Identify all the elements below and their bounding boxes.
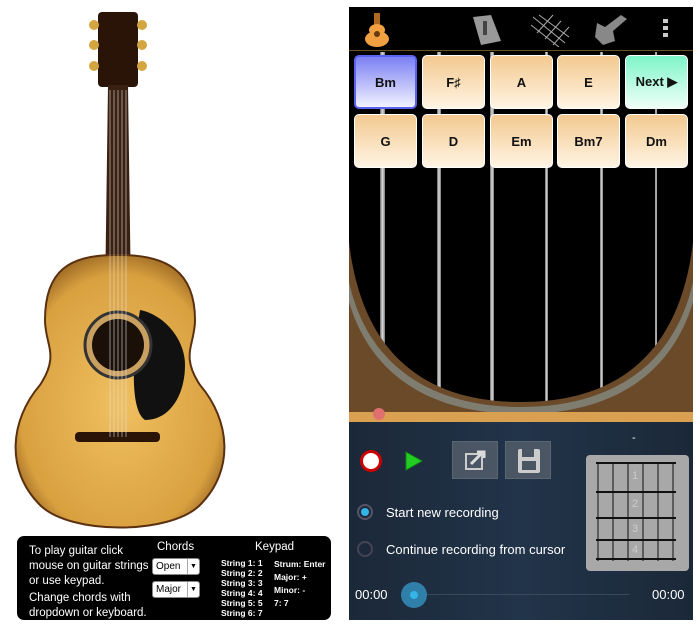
keypad-entry: String 3: 3 bbox=[221, 578, 263, 588]
keypad-entry: String 6: 7 bbox=[221, 608, 263, 618]
chord-button-bm[interactable]: Bm bbox=[354, 55, 417, 109]
play-button[interactable] bbox=[404, 450, 424, 472]
chevron-down-icon: ▼ bbox=[187, 559, 199, 574]
keypad-entry: Strum: Enter bbox=[274, 559, 326, 569]
fret-number: 4 bbox=[632, 544, 639, 556]
keypad-other: Strum: Enter Major: + Minor: - 7: 7 bbox=[274, 558, 325, 610]
fret-number: 1 bbox=[632, 470, 639, 482]
keypad-entry: String 4: 4 bbox=[221, 588, 263, 598]
electric-guitar-icon[interactable] bbox=[591, 13, 631, 47]
toolbar bbox=[349, 7, 693, 51]
chord-diagram: 1 2 3 4 bbox=[586, 455, 689, 571]
keypad-entry: 7: 7 bbox=[274, 598, 289, 608]
fret-number: 3 bbox=[632, 523, 639, 535]
chord-button-em[interactable]: Em bbox=[490, 114, 553, 168]
time-total: 00:00 bbox=[652, 587, 685, 602]
chord-button-fsharp[interactable]: F♯ bbox=[422, 55, 485, 109]
help-text: To play guitar click mouse on guitar str… bbox=[29, 544, 154, 623]
recording-panel: Start new recording Continue recording f… bbox=[349, 422, 693, 620]
share-button[interactable] bbox=[452, 441, 498, 479]
soundhole-rosette bbox=[349, 242, 693, 422]
chord-button-bm7[interactable]: Bm7 bbox=[557, 114, 620, 168]
keypad-entry: String 5: 5 bbox=[221, 598, 263, 608]
start-new-recording-label[interactable]: Start new recording bbox=[386, 505, 499, 520]
next-button[interactable]: Next ▶ bbox=[625, 55, 688, 109]
seek-track[interactable] bbox=[424, 594, 629, 595]
seek-thumb[interactable] bbox=[401, 582, 427, 608]
web-guitar-panel: To play guitar click mouse on guitar str… bbox=[0, 0, 345, 627]
songbook-icon[interactable] bbox=[469, 13, 503, 47]
guitar-app: Bm F♯ A E Next ▶ G D Em Bm7 Dm Start new… bbox=[349, 7, 693, 620]
keypad-entry: String 1: 1 bbox=[221, 558, 263, 568]
chord-button-g[interactable]: G bbox=[354, 114, 417, 168]
start-new-recording-radio[interactable] bbox=[357, 504, 373, 520]
chord-type-select[interactable]: Open ▼ bbox=[152, 558, 200, 575]
chord-button-e[interactable]: E bbox=[557, 55, 620, 109]
help-line: To play guitar click mouse on guitar str… bbox=[29, 545, 149, 587]
chord-diagram-title: - bbox=[632, 432, 636, 444]
select-value: Open bbox=[156, 561, 181, 572]
acoustic-guitar-icon[interactable] bbox=[363, 13, 391, 47]
record-button[interactable] bbox=[360, 450, 382, 472]
chord-button-d[interactable]: D bbox=[422, 114, 485, 168]
continue-recording-radio[interactable] bbox=[357, 541, 373, 557]
more-vert-icon[interactable] bbox=[663, 19, 668, 37]
save-button[interactable] bbox=[505, 441, 551, 479]
keypad-heading: Keypad bbox=[255, 541, 295, 553]
acoustic-guitar-image[interactable] bbox=[0, 0, 345, 540]
keypad-strings: String 1: 1 String 2: 2 String 3: 3 Stri… bbox=[221, 558, 263, 618]
save-icon bbox=[518, 449, 540, 473]
chord-button-a[interactable]: A bbox=[490, 55, 553, 109]
continue-recording-label[interactable]: Continue recording from cursor bbox=[386, 542, 565, 557]
time-elapsed: 00:00 bbox=[355, 587, 388, 602]
help-line: Change chords with dropdown or keyboard. bbox=[29, 592, 147, 619]
select-value: Major bbox=[156, 584, 182, 595]
share-icon bbox=[465, 450, 486, 470]
keypad-entry: Minor: - bbox=[274, 585, 306, 595]
keypad-entry: String 2: 2 bbox=[221, 568, 263, 578]
chords-heading: Chords bbox=[157, 541, 195, 553]
keypad-entry: Major: + bbox=[274, 572, 307, 582]
fret-number: 2 bbox=[632, 498, 639, 510]
instructions-panel: To play guitar click mouse on guitar str… bbox=[17, 536, 331, 620]
chord-quality-select[interactable]: Major ▼ bbox=[152, 581, 200, 598]
fretboard-icon[interactable] bbox=[529, 13, 569, 47]
chevron-down-icon: ▼ bbox=[187, 582, 199, 597]
chord-button-dm[interactable]: Dm bbox=[625, 114, 688, 168]
